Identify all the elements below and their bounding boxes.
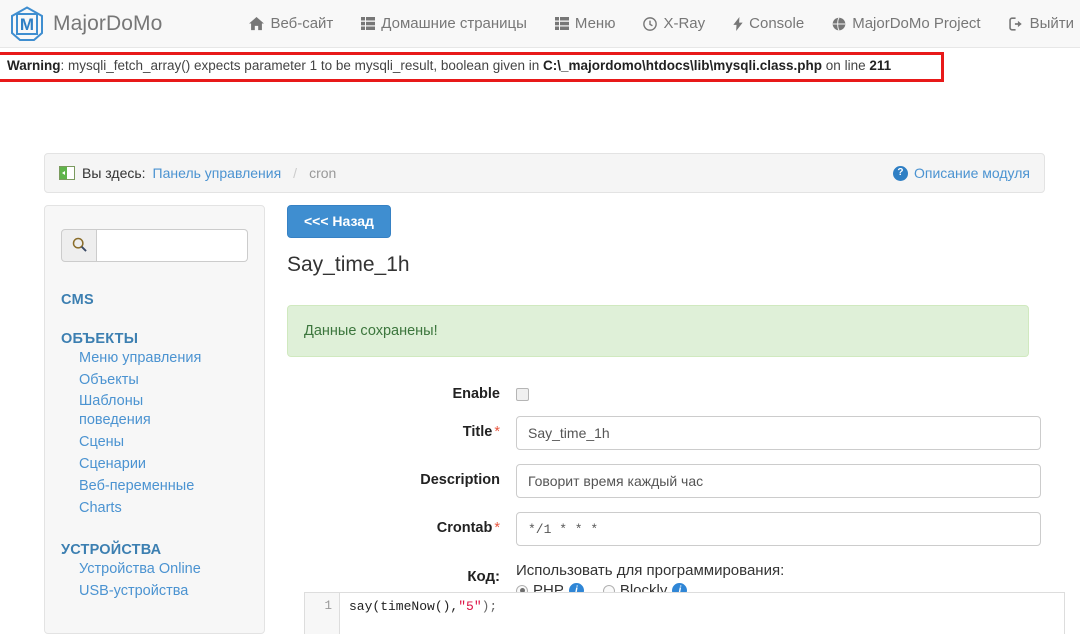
page-icon [59, 166, 75, 180]
title-label: Title * [462, 424, 500, 441]
sidebar-section-cms[interactable]: CMS [45, 292, 264, 308]
search-icon [72, 237, 87, 255]
sidebar-search [61, 229, 248, 262]
description-label: Description [420, 472, 500, 489]
nav-item-website[interactable]: Веб-сайт [235, 0, 347, 48]
nav-item-home-pages-label: Домашние страницы [381, 15, 527, 32]
title-input[interactable] [516, 416, 1041, 451]
php-warning-prefix: Warning [7, 58, 61, 73]
home-icon [249, 16, 265, 31]
sidebar-item-control-menu[interactable]: Меню управления [45, 347, 264, 369]
nav-item-project-label: MajorDoMo Project [852, 15, 981, 32]
majordomo-house-m-logo-icon: M [10, 5, 44, 42]
nav-item-home-pages[interactable]: Домашние страницы [347, 0, 541, 48]
nav-item-logout-label: Выйти [1029, 15, 1074, 32]
globe-icon [832, 17, 846, 31]
list-icon [554, 17, 569, 30]
crontab-label: Crontab * [436, 520, 500, 537]
cron-form: Enable Title* Description Crontab* Код: … [287, 378, 1065, 599]
sidebar-item-objects[interactable]: Объекты [45, 369, 264, 391]
sidebar-section-devices[interactable]: УСТРОЙСТВА [45, 542, 264, 558]
sidebar-item-scripts[interactable]: Сценарии [45, 453, 264, 475]
back-button[interactable]: <<< Назад [287, 205, 391, 239]
nav-item-project[interactable]: MajorDoMo Project [818, 0, 994, 48]
brand-label: MajorDoMo [53, 11, 163, 35]
code-token-string: "5" [458, 599, 482, 614]
nav-item-xray[interactable]: X-Ray [629, 0, 719, 48]
nav-items: Веб-сайт Домашние страницы Меню X-Ray Co [235, 0, 1080, 48]
search-input[interactable] [97, 229, 248, 262]
module-description-label: Описание модуля [913, 165, 1030, 181]
crontab-input[interactable] [516, 512, 1041, 547]
php-warning-file: C:\_majordomo\htdocs\lib\mysqli.class.ph… [542, 58, 823, 73]
top-navbar: M MajorDoMo Веб-сайт Домашние страницы М… [0, 0, 1080, 48]
enable-checkbox[interactable] [516, 388, 529, 402]
sidebar: CMS ОБЪЕКТЫ Меню управления Объекты Шабл… [44, 205, 265, 634]
description-input[interactable] [516, 464, 1041, 499]
nav-item-xray-label: X-Ray [663, 15, 706, 32]
breadcrumb-root-link[interactable]: Панель управления [153, 165, 282, 181]
code-editor[interactable]: 1 say(timeNow(),"5"); [304, 592, 1065, 634]
required-marker: * [494, 424, 500, 441]
php-warning-message-part2: on line [822, 58, 870, 73]
nav-item-logout[interactable]: Выйти [995, 0, 1080, 48]
nav-item-menu-label: Меню [574, 15, 616, 32]
editor-line-number: 1 [324, 599, 332, 613]
svg-text:M: M [20, 15, 34, 34]
sidebar-item-devices-online[interactable]: Устройства Online [45, 558, 264, 580]
list-icon [361, 17, 376, 30]
code-prompt: Использовать для программирования: [516, 562, 785, 580]
sidebar-item-scenes[interactable]: Сцены [45, 431, 264, 453]
code-label: Код: [467, 568, 500, 586]
sidebar-item-web-variables[interactable]: Веб-переменные [45, 475, 264, 497]
editor-gutter: 1 [305, 593, 340, 634]
nav-item-console-label: Console [749, 15, 805, 32]
clock-icon [643, 16, 658, 31]
php-warning-banner: Warning: mysqli_fetch_array() expects pa… [0, 52, 944, 82]
search-button[interactable] [61, 229, 97, 262]
nav-item-website-label: Веб-сайт [270, 15, 334, 32]
sidebar-objects-links: Меню управления Объекты Шаблоны поведени… [45, 347, 264, 519]
success-alert: Данные сохранены! [287, 305, 1029, 358]
sidebar-item-charts[interactable]: Charts [45, 497, 264, 519]
sidebar-section-objects[interactable]: ОБЪЕКТЫ [45, 331, 264, 347]
sign-out-icon [1008, 16, 1024, 31]
brand[interactable]: M MajorDoMo [0, 0, 162, 48]
code-token-tail: ); [481, 599, 498, 614]
module-description-link[interactable]: ? Описание модуля [892, 165, 1030, 181]
php-warning-message-part1: : mysqli_fetch_array() expects parameter… [60, 58, 543, 73]
sidebar-item-behavior-templates[interactable]: Шаблоны поведения [45, 391, 165, 431]
form-row-title: Title * [287, 416, 1065, 451]
php-warning-line: 211 [869, 58, 892, 73]
sidebar-devices-links: Устройства Online USB-устройства [45, 558, 264, 602]
main-content: <<< Назад Say_time_1h Данные сохранены! … [287, 205, 1065, 613]
enable-label: Enable [452, 386, 500, 403]
form-row-enable: Enable [287, 378, 1065, 402]
breadcrumb-left: Вы здесь: Панель управления / cron [59, 165, 336, 181]
breadcrumb-separator: / [293, 165, 298, 181]
breadcrumb-prefix: Вы здесь: [82, 165, 146, 181]
nav-item-console[interactable]: Console [719, 0, 818, 48]
required-marker: * [494, 520, 500, 537]
nav-item-menu[interactable]: Меню [541, 0, 630, 48]
breadcrumb: Вы здесь: Панель управления / cron ? Опи… [44, 153, 1045, 193]
breadcrumb-current: cron [309, 165, 337, 181]
code-token-fn: say(timeNow(), [349, 599, 459, 614]
php-warning-text: Warning: mysqli_fetch_array() expects pa… [7, 55, 892, 79]
form-row-description: Description [287, 464, 1065, 499]
page-title: Say_time_1h [287, 253, 410, 277]
sidebar-item-usb-devices[interactable]: USB-устройства [45, 580, 264, 602]
form-row-crontab: Crontab * [287, 512, 1065, 547]
bolt-icon [733, 16, 743, 31]
editor-code-line[interactable]: say(timeNow(),"5"); [340, 593, 497, 634]
question-circle-icon: ? [892, 165, 908, 181]
